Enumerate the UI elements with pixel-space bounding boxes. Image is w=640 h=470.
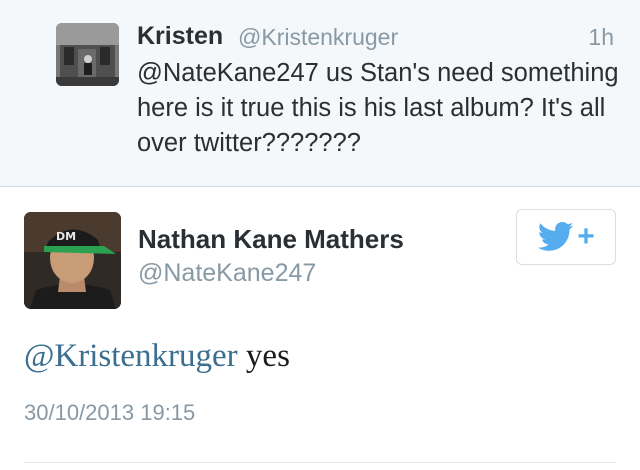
main-tweet-text: @Kristenkruger yes bbox=[24, 338, 290, 375]
reply-author-handle[interactable]: @Kristenkruger bbox=[238, 24, 398, 51]
main-tweet: DM Nathan Kane Mathers @NateKane247 + @K… bbox=[0, 188, 640, 470]
cap-logo-text: DM bbox=[56, 230, 76, 243]
reply-timestamp: 1h bbox=[588, 24, 614, 50]
plus-icon: + bbox=[577, 220, 595, 253]
reply-header: Kristen @Kristenkruger 1h bbox=[137, 22, 617, 52]
kristen-avatar-image bbox=[56, 23, 119, 86]
avatar[interactable]: DM bbox=[24, 212, 121, 309]
main-author-name[interactable]: Nathan Kane Mathers bbox=[138, 224, 404, 255]
follow-button[interactable]: + bbox=[516, 209, 616, 265]
divider bbox=[24, 462, 616, 463]
reply-tweet[interactable]: Kristen @Kristenkruger 1h @NateKane247 u… bbox=[0, 0, 640, 187]
nathan-avatar-image: DM bbox=[24, 212, 121, 309]
avatar[interactable] bbox=[56, 23, 119, 86]
tweet-timestamp: 30/10/2013 19:15 bbox=[24, 400, 196, 425]
main-tweet-text-body: yes bbox=[237, 338, 290, 374]
mention-link[interactable]: @Kristenkruger bbox=[24, 338, 238, 374]
reply-tweet-text: @NateKane247 us Stan's need something he… bbox=[137, 59, 619, 157]
twitter-bird-icon bbox=[538, 222, 574, 251]
main-author-handle[interactable]: @NateKane247 bbox=[138, 259, 316, 288]
reply-author-name[interactable]: Kristen bbox=[137, 22, 223, 51]
